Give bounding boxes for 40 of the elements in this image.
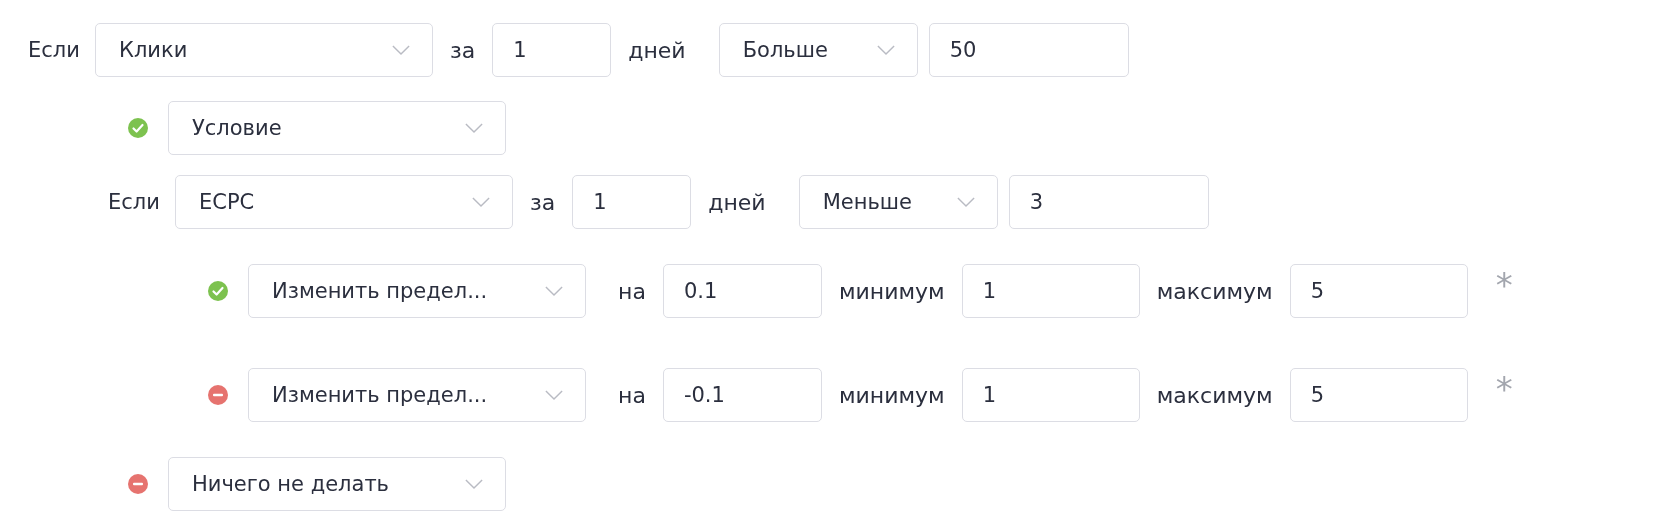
maximum-label: максимум bbox=[1156, 382, 1273, 408]
threshold-field[interactable]: 50 bbox=[928, 23, 1129, 77]
step-field[interactable]: -0.1 bbox=[662, 368, 822, 422]
unit-label: дней bbox=[628, 37, 686, 63]
action-dropdown[interactable]: Изменить предел... bbox=[248, 264, 586, 318]
maximum-label: максимум bbox=[1156, 278, 1273, 304]
asterisk: * bbox=[1495, 372, 1513, 406]
step-label: на bbox=[618, 382, 646, 408]
chevron-down-icon bbox=[392, 44, 410, 56]
step-field[interactable]: 0.1 bbox=[662, 264, 822, 318]
condition-label: Если bbox=[108, 190, 161, 214]
period-field[interactable]: 1 bbox=[572, 175, 692, 229]
action-dropdown[interactable]: Ничего не делать bbox=[168, 457, 506, 511]
minimum-label: минимум bbox=[838, 382, 945, 408]
condition-label: Если bbox=[28, 38, 81, 62]
period-label: за bbox=[450, 37, 476, 63]
minimum-field[interactable]: 1 bbox=[961, 264, 1140, 318]
chevron-down-icon bbox=[545, 285, 563, 297]
chevron-down-icon bbox=[465, 122, 483, 134]
chevron-down-icon bbox=[956, 196, 975, 208]
comparison-dropdown[interactable]: Меньше bbox=[798, 175, 998, 229]
threshold-field[interactable]: 3 bbox=[1008, 175, 1209, 229]
asterisk: * bbox=[1495, 268, 1513, 302]
period-field[interactable]: 1 bbox=[492, 23, 612, 77]
maximum-field[interactable]: 5 bbox=[1289, 368, 1468, 422]
chevron-down-icon bbox=[876, 44, 895, 56]
comparison-dropdown[interactable]: Больше bbox=[718, 23, 918, 77]
period-label: за bbox=[530, 189, 556, 215]
minimum-field[interactable]: 1 bbox=[961, 368, 1140, 422]
chevron-down-icon bbox=[472, 196, 490, 208]
step-label: на bbox=[618, 278, 646, 304]
chevron-down-icon bbox=[465, 478, 483, 490]
minimum-label: минимум bbox=[838, 278, 945, 304]
metric-dropdown[interactable]: ECPC bbox=[175, 175, 513, 229]
action-dropdown[interactable]: Условие bbox=[168, 101, 506, 155]
action-dropdown[interactable]: Изменить предел... bbox=[248, 368, 586, 422]
metric-dropdown[interactable]: Клики bbox=[95, 23, 433, 77]
unit-label: дней bbox=[708, 189, 766, 215]
maximum-field[interactable]: 5 bbox=[1289, 264, 1468, 318]
chevron-down-icon bbox=[545, 389, 563, 401]
